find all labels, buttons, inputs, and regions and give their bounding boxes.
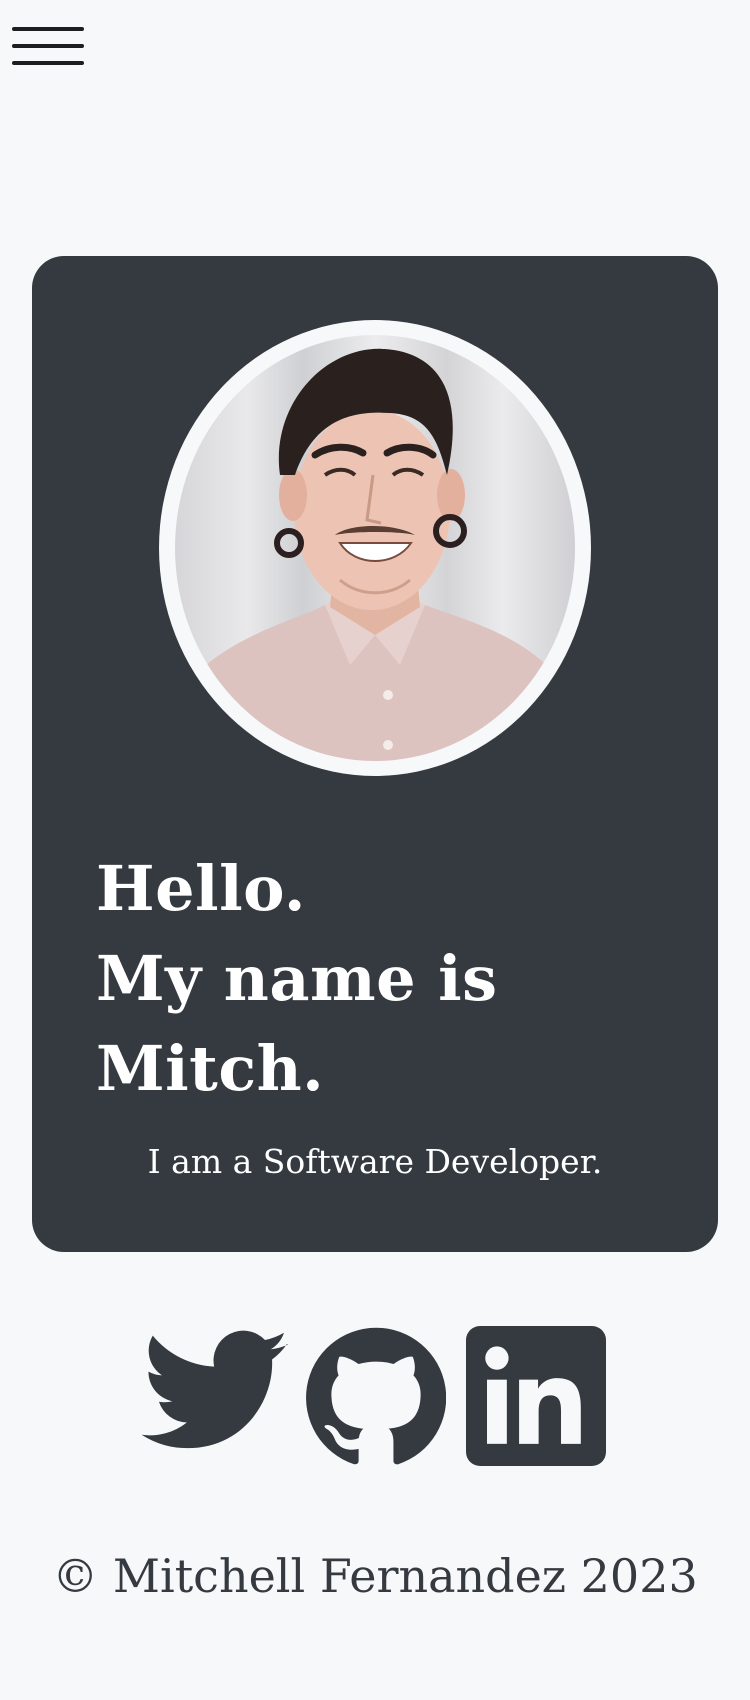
tagline: I am a Software Developer. xyxy=(147,1142,603,1181)
avatar xyxy=(175,335,575,761)
avatar-frame xyxy=(159,320,591,776)
hamburger-menu-icon-bar xyxy=(12,61,84,65)
social-links xyxy=(0,1322,750,1467)
github-icon xyxy=(306,1327,447,1465)
twitter-icon xyxy=(141,1330,288,1449)
twitter-link[interactable] xyxy=(140,1330,292,1454)
github-link[interactable] xyxy=(306,1326,447,1466)
linkedin-link[interactable] xyxy=(466,1326,606,1466)
hamburger-menu-icon-bar xyxy=(12,44,84,48)
linkedin-icon xyxy=(466,1326,606,1466)
greeting-line-1: Hello. xyxy=(96,852,306,925)
greeting-line-2: My name is xyxy=(96,942,498,1015)
hamburger-menu-icon xyxy=(12,27,84,31)
profile-photo xyxy=(175,348,575,761)
menu-button[interactable] xyxy=(12,24,84,70)
greeting-line-3: Mitch. xyxy=(96,1032,325,1105)
hero-card: Hello. My name is Mitch. I am a Software… xyxy=(32,256,718,1252)
footer-copyright: © Mitchell Fernandez 2023 xyxy=(52,1549,698,1603)
greeting-heading: Hello. My name is Mitch. xyxy=(96,844,676,1114)
